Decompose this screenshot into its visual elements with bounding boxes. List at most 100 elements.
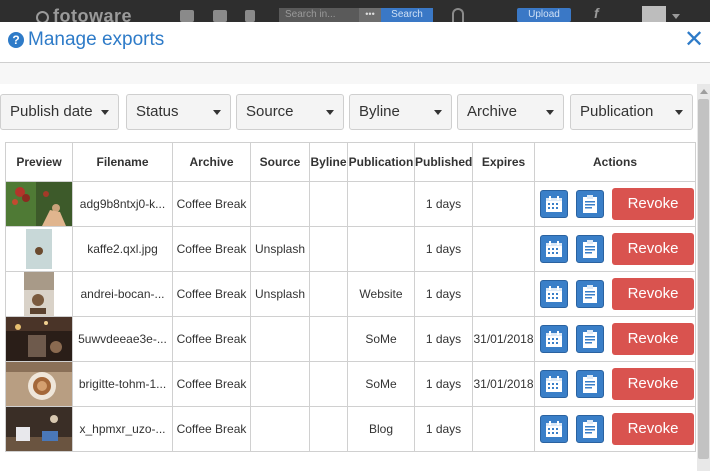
folder-icon[interactable]	[180, 10, 194, 22]
published-cell: 1 days	[414, 361, 473, 407]
filter-status[interactable]: Status	[126, 94, 231, 130]
expires-cell	[472, 406, 535, 452]
table-row: 5uwvdeeae3e-... Coffee Break SoMe 1 days…	[5, 316, 696, 362]
filter-publish-date[interactable]: Publish date	[0, 94, 119, 130]
exports-panel: Publish date Status Source Byline Archiv…	[0, 84, 697, 471]
schedule-button[interactable]	[540, 235, 568, 263]
revoke-button[interactable]: Revoke	[612, 413, 694, 445]
upload-button[interactable]: Upload	[517, 8, 571, 22]
published-cell: 1 days	[414, 181, 473, 227]
exports-table: Preview Filename Archive Source Byline P…	[5, 142, 696, 452]
briefcase-icon[interactable]	[213, 10, 227, 22]
source-cell	[250, 361, 310, 407]
details-button[interactable]	[576, 415, 604, 443]
calendar-icon	[546, 376, 562, 392]
filter-publication[interactable]: Publication	[570, 94, 693, 130]
col-preview[interactable]: Preview	[5, 142, 73, 182]
bell-icon[interactable]	[452, 8, 464, 22]
table-row: kaffe2.qxl.jpg Coffee Break Unsplash 1 d…	[5, 226, 696, 272]
filename-link[interactable]: kaffe2.qxl.jpg	[72, 226, 173, 272]
clipboard-icon	[583, 195, 597, 213]
filter-icon[interactable]	[245, 10, 255, 22]
calendar-icon	[546, 196, 562, 212]
publication-cell	[347, 226, 415, 272]
published-cell: 1 days	[414, 271, 473, 317]
details-button[interactable]	[576, 235, 604, 263]
col-publication[interactable]: Publication	[347, 142, 415, 182]
preview-thumbnail[interactable]	[6, 317, 72, 361]
dialog-header: ? Manage exports ✕	[0, 22, 710, 63]
dialog-title: Manage exports	[28, 29, 165, 50]
preview-cell[interactable]	[5, 316, 73, 362]
preview-cell[interactable]	[5, 406, 73, 452]
filename-link[interactable]: adg9b8ntxj0-k...	[72, 181, 173, 227]
col-archive[interactable]: Archive	[172, 142, 251, 182]
filename-link[interactable]: x_hpmxr_uzo-...	[72, 406, 173, 452]
scrollbar-thumb[interactable]	[698, 99, 709, 459]
col-byline[interactable]: Byline	[309, 142, 348, 182]
source-cell: Unsplash	[250, 226, 310, 272]
help-icon[interactable]: ?	[8, 32, 24, 48]
caret-down-icon	[101, 110, 109, 115]
details-button[interactable]	[576, 370, 604, 398]
manage-exports-dialog: ? Manage exports ✕ Publish date Status S…	[0, 22, 710, 471]
revoke-button[interactable]: Revoke	[612, 278, 694, 310]
calendar-icon	[546, 241, 562, 257]
col-published[interactable]: Published	[414, 142, 473, 182]
preview-thumbnail[interactable]	[6, 182, 72, 226]
expires-cell	[472, 271, 535, 317]
calendar-icon	[546, 286, 562, 302]
preview-thumbnail[interactable]	[6, 227, 72, 271]
preview-cell[interactable]	[5, 181, 73, 227]
close-icon[interactable]: ✕	[684, 26, 704, 54]
clipboard-icon	[583, 285, 597, 303]
schedule-button[interactable]	[540, 325, 568, 353]
preview-cell[interactable]	[5, 361, 73, 407]
details-button[interactable]	[576, 190, 604, 218]
app-search-input[interactable]: Search in...	[279, 8, 359, 22]
details-button[interactable]	[576, 325, 604, 353]
caret-down-icon	[675, 110, 683, 115]
col-expires[interactable]: Expires	[472, 142, 535, 182]
clipboard-icon	[583, 375, 597, 393]
revoke-button[interactable]: Revoke	[612, 323, 694, 355]
filter-source[interactable]: Source	[236, 94, 344, 130]
publication-cell: Website	[347, 271, 415, 317]
app-search-button[interactable]: Search	[381, 8, 433, 22]
publication-cell	[347, 181, 415, 227]
schedule-button[interactable]	[540, 190, 568, 218]
archive-cell: Coffee Break	[172, 226, 251, 272]
col-source[interactable]: Source	[250, 142, 310, 182]
functions-icon[interactable]: f	[594, 5, 599, 21]
preview-thumbnail[interactable]	[6, 272, 72, 316]
avatar[interactable]	[642, 6, 666, 22]
schedule-button[interactable]	[540, 370, 568, 398]
filename-link[interactable]: 5uwvdeeae3e-...	[72, 316, 173, 362]
revoke-button[interactable]: Revoke	[612, 368, 694, 400]
clipboard-icon	[583, 240, 597, 258]
calendar-icon	[546, 421, 562, 437]
vertical-scrollbar[interactable]	[697, 84, 710, 471]
schedule-button[interactable]	[540, 415, 568, 443]
actions-cell: Revoke	[534, 181, 696, 227]
revoke-button[interactable]: Revoke	[612, 233, 694, 265]
details-button[interactable]	[576, 280, 604, 308]
filter-byline[interactable]: Byline	[349, 94, 452, 130]
revoke-button[interactable]: Revoke	[612, 188, 694, 220]
scroll-up-icon[interactable]	[700, 89, 708, 94]
filter-archive[interactable]: Archive	[457, 94, 564, 130]
schedule-button[interactable]	[540, 280, 568, 308]
search-options-button[interactable]: •••	[359, 8, 381, 22]
preview-thumbnail[interactable]	[6, 407, 72, 451]
archive-cell: Coffee Break	[172, 271, 251, 317]
expires-cell: 31/01/2018	[472, 316, 535, 362]
preview-thumbnail[interactable]	[6, 362, 72, 406]
col-filename[interactable]: Filename	[72, 142, 173, 182]
clipboard-icon	[583, 330, 597, 348]
filename-link[interactable]: andrei-bocan-...	[72, 271, 173, 317]
caret-down-icon	[546, 110, 554, 115]
preview-cell[interactable]	[5, 271, 73, 317]
filename-link[interactable]: brigitte-tohm-1...	[72, 361, 173, 407]
chevron-down-icon[interactable]	[672, 14, 680, 19]
preview-cell[interactable]	[5, 226, 73, 272]
